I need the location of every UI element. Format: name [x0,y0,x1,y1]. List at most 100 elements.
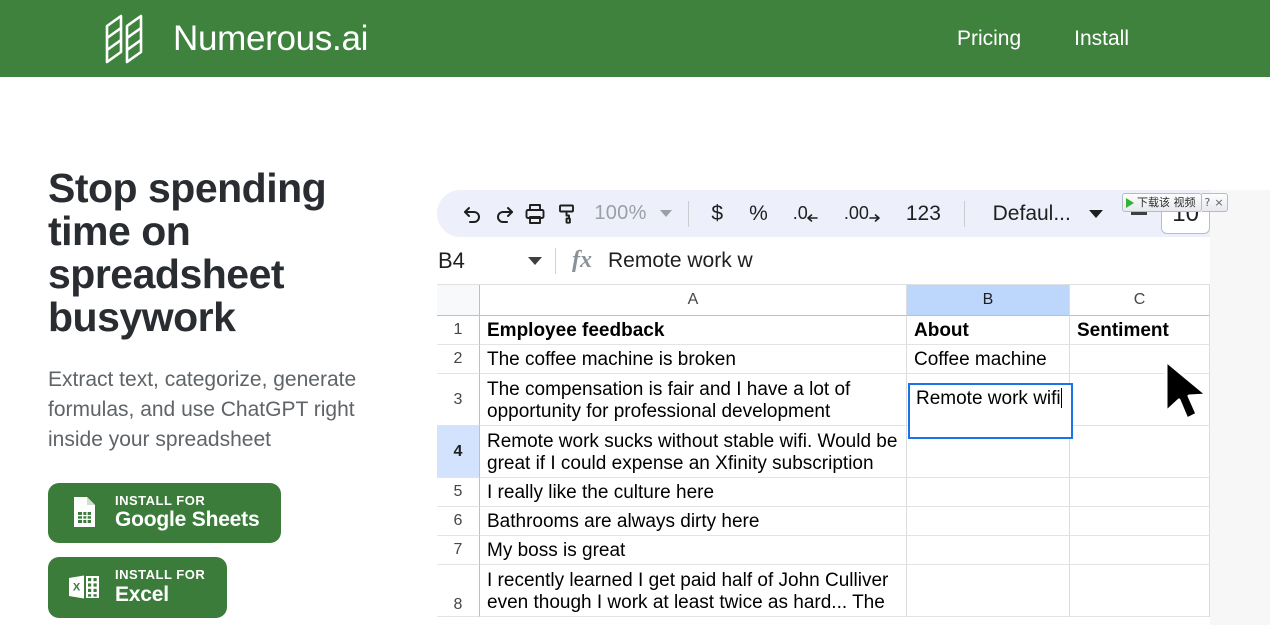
toolbar-divider [688,201,689,227]
cell-c6[interactable] [1070,507,1210,536]
number-format-button[interactable]: 123 [893,203,954,224]
microsoft-excel-icon: X [67,570,101,604]
column-header-row: A B C [437,285,1210,316]
active-cell-editor[interactable]: Remote work wifi [908,383,1073,439]
hero-section: Stop spending time on spreadsheet busywo… [48,167,408,618]
arrow-right-icon [867,211,881,225]
name-box[interactable]: B4 [437,248,555,274]
increase-decimal-button[interactable]: .00 [832,202,893,225]
install-google-sheets-button[interactable]: INSTALL FOR Google Sheets [48,483,281,544]
cell-a1[interactable]: Employee feedback [480,316,907,345]
right-background-fade [1210,190,1270,625]
cell-b5[interactable] [907,478,1070,507]
currency-format-button[interactable]: $ [698,203,736,224]
zoom-level-dropdown[interactable]: 100% [594,202,671,225]
row-header-4[interactable]: 4 [437,426,480,478]
chevron-down-icon [528,257,542,265]
cell-a2[interactable]: The coffee machine is broken [480,345,907,374]
formula-bar: B4 fx Remote work w [437,237,1210,285]
row-header-2[interactable]: 2 [437,345,480,374]
table-row: 4 Remote work sucks without stable wifi.… [437,426,1210,478]
download-video-label: 下载该 视频 [1137,197,1196,208]
install-excel-button[interactable]: X INSTALL FOR Excel [48,557,227,618]
column-header-b[interactable]: B [907,285,1070,316]
row-header-3[interactable]: 3 [437,374,480,426]
row-header-5[interactable]: 5 [437,478,480,507]
select-all-corner[interactable] [437,285,480,316]
close-icon[interactable]: × [1214,197,1223,208]
table-row: 6 Bathrooms are always dirty here [437,507,1210,536]
spreadsheet-grid: A B C 1 Employee feedback About Sentimen… [437,285,1210,617]
download-video-overlay: 下载该 视频 ? × [1122,193,1228,212]
cta-small-label: INSTALL FOR [115,494,259,508]
hero-subtitle: Extract text, categorize, generate formu… [48,365,358,454]
font-family-dropdown[interactable]: Defaul... [993,202,1071,226]
cta-text: INSTALL FOR Google Sheets [115,494,259,532]
formula-input[interactable]: Remote work w [608,249,753,273]
redo-icon[interactable] [488,194,519,234]
cell-b6[interactable] [907,507,1070,536]
cell-c3[interactable] [1070,374,1210,426]
table-row: 2 The coffee machine is broken Coffee ma… [437,345,1210,374]
zoom-level-value: 100% [594,202,646,225]
download-video-button[interactable]: 下载该 视频 [1122,193,1202,212]
cell-a7[interactable]: My boss is great [480,536,907,565]
numerous-logo-icon [101,12,157,66]
formula-bar-divider [555,248,556,274]
cell-a6[interactable]: Bathrooms are always dirty here [480,507,907,536]
undo-icon[interactable] [457,194,488,234]
cell-b8[interactable] [907,565,1070,617]
table-row: 1 Employee feedback About Sentiment [437,316,1210,345]
table-row: 5 I really like the culture here [437,478,1210,507]
chevron-down-icon [660,210,672,217]
paint-format-icon[interactable] [551,194,582,234]
top-navbar: Numerous.ai Pricing Install [0,0,1270,77]
cell-a4[interactable]: Remote work sucks without stable wifi. W… [480,426,907,478]
cell-b7[interactable] [907,536,1070,565]
spreadsheet-screenshot: 100% $ % .0 .00 123 Defaul... 10 B4 [437,190,1210,625]
cell-a3-line1: The compensation is fair and I have a lo… [487,379,899,401]
cta-big-label: Google Sheets [115,509,259,531]
text-cursor [1061,388,1062,408]
cell-a5[interactable]: I really like the culture here [480,478,907,507]
row-header-7[interactable]: 7 [437,536,480,565]
cell-c2[interactable] [1070,345,1210,374]
column-header-a[interactable]: A [480,285,907,316]
cta-group: INSTALL FOR Google Sheets X [48,483,408,618]
row-header-1[interactable]: 1 [437,316,480,345]
fx-icon: fx [572,247,592,274]
column-header-c[interactable]: C [1070,285,1210,316]
cell-c7[interactable] [1070,536,1210,565]
decrease-font-size-button[interactable] [1131,212,1147,215]
cell-b1[interactable]: About [907,316,1070,345]
print-icon[interactable] [520,194,551,234]
cell-a4-line2: great if I could expense an Xfinity subs… [487,453,899,475]
percent-format-button[interactable]: % [736,203,781,224]
decrease-decimal-button[interactable]: .0 [781,202,832,225]
active-cell-value: Remote work wifi [916,388,1061,409]
cell-a3[interactable]: The compensation is fair and I have a lo… [480,374,907,426]
cta-small-label: INSTALL FOR [115,568,205,582]
table-row: 8 I recently learned I get paid half of … [437,565,1210,617]
cell-a8-line1: I recently learned I get paid half of Jo… [487,570,899,592]
cell-c5[interactable] [1070,478,1210,507]
table-row: 3 The compensation is fair and I have a … [437,374,1210,426]
play-triangle-icon [1126,198,1134,208]
row-header-8[interactable]: 8 [437,565,480,617]
cell-c4[interactable] [1070,426,1210,478]
chevron-down-icon[interactable] [1089,210,1103,218]
nav-link-pricing[interactable]: Pricing [957,27,1021,51]
name-box-value: B4 [438,248,465,274]
brand[interactable]: Numerous.ai [101,12,368,66]
nav-link-install[interactable]: Install [1074,27,1129,51]
cell-c1[interactable]: Sentiment [1070,316,1210,345]
cell-a8[interactable]: I recently learned I get paid half of Jo… [480,565,907,617]
cell-b2[interactable]: Coffee machine [907,345,1070,374]
row-header-6[interactable]: 6 [437,507,480,536]
cell-a8-line2: even though I work at least twice as har… [487,592,899,614]
svg-text:X: X [73,582,81,594]
cell-c8[interactable] [1070,565,1210,617]
help-button[interactable]: ? [1205,197,1211,208]
cell-a4-line1: Remote work sucks without stable wifi. W… [487,431,899,453]
spreadsheet-toolbar: 100% $ % .0 .00 123 Defaul... 10 [437,190,1210,237]
